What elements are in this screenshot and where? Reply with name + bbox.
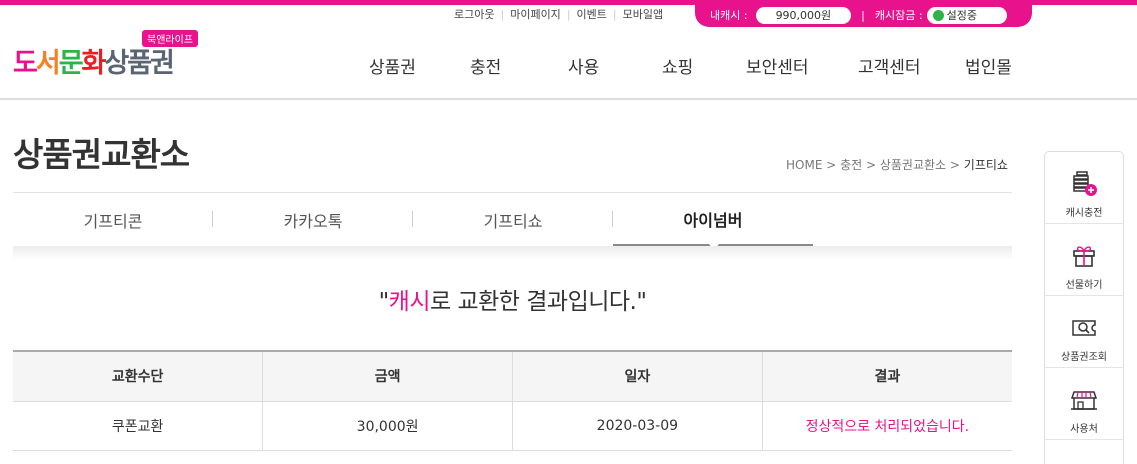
result-highlight: 캐시 [388, 289, 431, 315]
cash-lock-status: 설정중 [946, 9, 977, 22]
my-cash-value[interactable]: 990,000원 [755, 6, 852, 24]
logo-part-4: 화 [81, 48, 107, 79]
my-cash-label: 내캐시 : [710, 9, 748, 22]
mypage-link[interactable]: 마이페이지 [510, 6, 561, 22]
page-title: 상품권교환소 [13, 135, 190, 174]
cell-result: 정상적으로 처리되었습니다. [761, 401, 1012, 451]
tab-inumber[interactable]: 아이넘버 [613, 193, 813, 253]
cash-lock-toggle[interactable]: 설정중 [926, 6, 1007, 24]
cash-lock-label: 캐시잠금 : [874, 9, 923, 22]
logo-badge: 북앤라이프 [142, 30, 198, 47]
tab-label: 카카오톡 [283, 211, 343, 231]
cash-status-bar: 내캐시 : 990,000원 | 캐시잠금 : 설정중 [695, 3, 1032, 27]
tab-giftishow[interactable]: 기프티쇼 [413, 193, 613, 246]
logo-part-1: 도 [13, 48, 38, 79]
quick-gift[interactable]: 선물하기 [1045, 224, 1123, 296]
gift-icon [1073, 246, 1095, 267]
voucher-search-icon [1072, 320, 1096, 336]
nav-shopping[interactable]: 쇼핑 [662, 53, 693, 78]
breadcrumb-current: 기프티쇼 [963, 158, 1008, 172]
quick-cash-charge[interactable]: 캐시충전 [1045, 152, 1123, 224]
logo-part-3: 문 [58, 48, 84, 79]
nav-corporate-mall[interactable]: 법인몰 [965, 53, 1012, 78]
lock-status-dot-icon [932, 9, 944, 21]
store-icon [1070, 391, 1098, 410]
nav-use[interactable]: 사용 [568, 53, 599, 78]
result-table: 교환수단 금액 일자 결과 쿠폰교환 30,000원 2020-03-09 정상… [13, 350, 1012, 451]
header-divider [0, 98, 1137, 100]
exchange-tabs: 기프티콘 카카오톡 기프티쇼 아이넘버 [13, 193, 1012, 253]
cell-date: 2020-03-09 [511, 401, 763, 451]
col-result: 결과 [761, 350, 1012, 402]
cell-exchange-method: 쿠폰교환 [13, 401, 263, 451]
utility-menu: 로그아웃 | 마이페이지 | 이벤트 | 모바일앱 [454, 6, 664, 22]
table-header-row: 교환수단 금액 일자 결과 [13, 350, 1012, 402]
cell-amount: 30,000원 [262, 401, 513, 451]
nav-charge[interactable]: 충전 [470, 53, 501, 78]
tab-label: 아이넘버 [683, 210, 743, 230]
quick-store[interactable]: 사용처 [1045, 368, 1123, 440]
mobile-app-link[interactable]: 모바일앱 [623, 6, 663, 22]
tab-label: 기프티쇼 [483, 211, 543, 231]
quick-label: 사용처 [1070, 424, 1098, 435]
logo-part-2: 서 [35, 48, 61, 79]
quick-label: 캐시충전 [1065, 208, 1103, 219]
col-amount: 금액 [262, 350, 513, 402]
col-exchange-method: 교환수단 [13, 350, 263, 402]
nav-security-center[interactable]: 보안센터 [746, 53, 809, 78]
tab-gifticon[interactable]: 기프티콘 [13, 193, 213, 246]
breadcrumb-path: HOME > 충전 > 상품권교환소 > [786, 158, 964, 172]
result-message: "캐시로 교환한 결과입니다." [378, 289, 647, 315]
tab-label: 기프티콘 [83, 211, 143, 231]
quick-label: 선물하기 [1065, 280, 1103, 291]
col-date: 일자 [511, 350, 763, 402]
quick-menu: 캐시충전 선물하기 상품권조회 사용처 [1044, 151, 1124, 464]
nav-voucher[interactable]: 상품권 [369, 53, 416, 78]
tabs-shadow [13, 246, 1012, 260]
quick-voucher-search[interactable]: 상품권조회 [1045, 296, 1123, 368]
logout-link[interactable]: 로그아웃 [454, 6, 494, 22]
tab-kakaotalk[interactable]: 카카오톡 [213, 193, 413, 246]
breadcrumb: HOME > 충전 > 상품권교환소 > 기프티쇼 [786, 156, 1008, 173]
quick-label: 상품권조회 [1061, 352, 1107, 363]
cash-charge-icon [1073, 171, 1097, 196]
event-link[interactable]: 이벤트 [577, 6, 607, 22]
table-row: 쿠폰교환 30,000원 2020-03-09 정상적으로 처리되었습니다. [13, 401, 1012, 451]
site-logo[interactable]: 도 서 문 화 상품권 [13, 44, 175, 80]
nav-customer-center[interactable]: 고객센터 [858, 53, 921, 78]
